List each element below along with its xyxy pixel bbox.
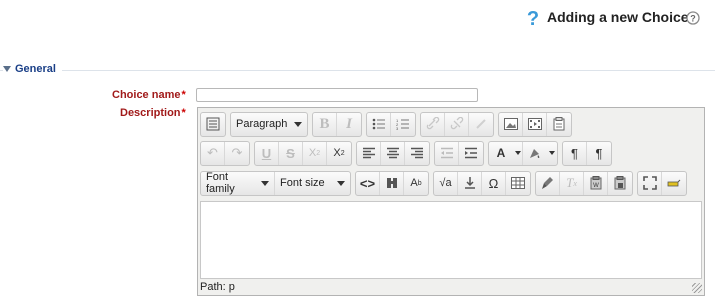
description-editor: Paragraph B I 123 ↶ ↷ U S X 2 X 2 A ¶ ¶ … bbox=[197, 107, 705, 296]
svg-text:A: A bbox=[497, 146, 506, 160]
align-right-icon[interactable] bbox=[405, 142, 429, 165]
indent-group bbox=[434, 140, 484, 166]
help-icon[interactable]: ? bbox=[686, 11, 700, 25]
media-icon[interactable] bbox=[523, 112, 547, 136]
block-format-select[interactable]: Paragraph bbox=[231, 113, 307, 136]
spellcheck-icon[interactable] bbox=[662, 172, 686, 195]
bold-icon[interactable]: B bbox=[313, 112, 337, 136]
font-family-value: Font family bbox=[206, 171, 235, 195]
toolbar-toggle-group bbox=[200, 111, 226, 137]
general-legend[interactable]: General bbox=[3, 63, 62, 75]
paste-text-icon[interactable] bbox=[547, 113, 571, 136]
remove-format-icon[interactable]: Tx bbox=[560, 171, 584, 195]
font-size-value: Font size bbox=[280, 177, 325, 189]
general-fieldset: General bbox=[0, 62, 715, 78]
choice-name-label: Choice name* bbox=[112, 89, 186, 101]
rtl-icon[interactable]: ¶ bbox=[587, 142, 611, 165]
html-source-icon[interactable]: <> bbox=[356, 171, 380, 195]
chevron-down-icon bbox=[261, 180, 269, 186]
italic-icon[interactable]: I bbox=[337, 113, 361, 136]
redo-icon[interactable]: ↷ bbox=[225, 142, 249, 165]
svg-text:W: W bbox=[593, 183, 599, 189]
svg-text:?: ? bbox=[527, 8, 539, 28]
script-group: U S X2 X2 bbox=[254, 140, 352, 166]
fieldset-divider bbox=[0, 70, 715, 71]
text-color-icon[interactable]: A bbox=[489, 142, 513, 165]
link-group bbox=[420, 111, 494, 137]
legend-label: General bbox=[15, 63, 56, 75]
font-group: Font family Font size bbox=[200, 170, 351, 196]
ltr-icon[interactable]: ¶ bbox=[563, 141, 587, 165]
editor-content-area[interactable] bbox=[200, 201, 702, 279]
style-group: B I bbox=[312, 111, 362, 137]
insert-file-icon[interactable] bbox=[458, 171, 482, 195]
toolbar-row-2: ↶ ↷ U S X2 X2 A ¶ ¶ bbox=[200, 140, 616, 166]
collapse-triangle-icon[interactable] bbox=[3, 66, 11, 72]
media-group bbox=[498, 111, 572, 137]
paste-word-icon[interactable]: W bbox=[584, 171, 608, 195]
link-icon[interactable] bbox=[421, 112, 445, 136]
align-group bbox=[356, 140, 430, 166]
chevron-down-icon bbox=[337, 180, 345, 186]
direction-group: ¶ ¶ bbox=[562, 140, 612, 166]
superscript-icon[interactable]: X2 bbox=[327, 142, 351, 165]
align-left-icon[interactable] bbox=[357, 141, 381, 165]
page-title: Adding a new Choice bbox=[547, 9, 689, 25]
align-center-icon[interactable] bbox=[381, 141, 405, 165]
replace-icon[interactable]: Ab bbox=[404, 172, 428, 195]
table-icon[interactable] bbox=[506, 172, 530, 195]
svg-text:?: ? bbox=[690, 14, 696, 24]
anchor-icon[interactable] bbox=[469, 113, 493, 136]
underline-icon[interactable]: U bbox=[255, 141, 279, 165]
numbered-list-icon[interactable]: 123 bbox=[391, 113, 415, 136]
background-color-dropdown-icon[interactable] bbox=[547, 142, 557, 165]
color-group: A bbox=[488, 140, 558, 166]
block-format-group: Paragraph bbox=[230, 111, 308, 137]
element-path[interactable]: Path: p bbox=[200, 281, 235, 293]
chevron-down-icon bbox=[294, 121, 302, 127]
list-group: 123 bbox=[366, 111, 416, 137]
toolbar-row-3: Font family Font size <> Ab √a Ω T x W bbox=[200, 170, 691, 196]
bullet-list-icon[interactable] bbox=[367, 112, 391, 136]
choice-name-input[interactable] bbox=[196, 88, 478, 102]
font-family-select[interactable]: Font family bbox=[201, 171, 275, 195]
font-size-select[interactable]: Font size bbox=[275, 172, 350, 195]
equation-icon[interactable]: √a bbox=[434, 171, 458, 195]
text-color-dropdown-icon[interactable] bbox=[513, 141, 523, 165]
paste-plain-icon[interactable] bbox=[608, 172, 632, 195]
editor-status-bar: Path: p bbox=[200, 281, 235, 293]
find-icon[interactable] bbox=[380, 171, 404, 195]
resize-handle-icon[interactable] bbox=[692, 283, 702, 293]
fullscreen-icon[interactable] bbox=[638, 171, 662, 195]
question-mark-icon[interactable]: ? bbox=[525, 8, 541, 28]
description-label: Description* bbox=[120, 107, 186, 119]
required-marker: * bbox=[181, 89, 186, 101]
required-marker: * bbox=[181, 107, 186, 119]
view-group bbox=[637, 170, 687, 196]
cleanup-group: Tx W bbox=[535, 170, 633, 196]
special-char-icon[interactable]: Ω bbox=[482, 171, 506, 195]
background-color-icon[interactable] bbox=[523, 142, 547, 165]
clean-icon[interactable] bbox=[536, 171, 560, 195]
strikethrough-icon[interactable]: S bbox=[279, 141, 303, 165]
unlink-icon[interactable] bbox=[445, 112, 469, 136]
toolbar-toggle-icon[interactable] bbox=[201, 113, 225, 136]
insert-group: √a Ω bbox=[433, 170, 531, 196]
indent-icon[interactable] bbox=[459, 142, 483, 165]
page-header: ? Adding a new Choice ? bbox=[0, 6, 715, 30]
history-group: ↶ ↷ bbox=[200, 140, 250, 166]
code-group: <> Ab bbox=[355, 170, 429, 196]
outdent-icon[interactable] bbox=[435, 141, 459, 165]
undo-icon[interactable]: ↶ bbox=[201, 141, 225, 165]
choice-name-label-text: Choice name bbox=[112, 89, 181, 101]
image-icon[interactable] bbox=[499, 112, 523, 136]
subscript-icon[interactable]: X2 bbox=[303, 141, 327, 165]
svg-text:3: 3 bbox=[396, 126, 399, 130]
toolbar-row-1: Paragraph B I 123 bbox=[200, 111, 576, 137]
description-label-text: Description bbox=[120, 107, 181, 119]
block-format-value: Paragraph bbox=[236, 118, 288, 130]
